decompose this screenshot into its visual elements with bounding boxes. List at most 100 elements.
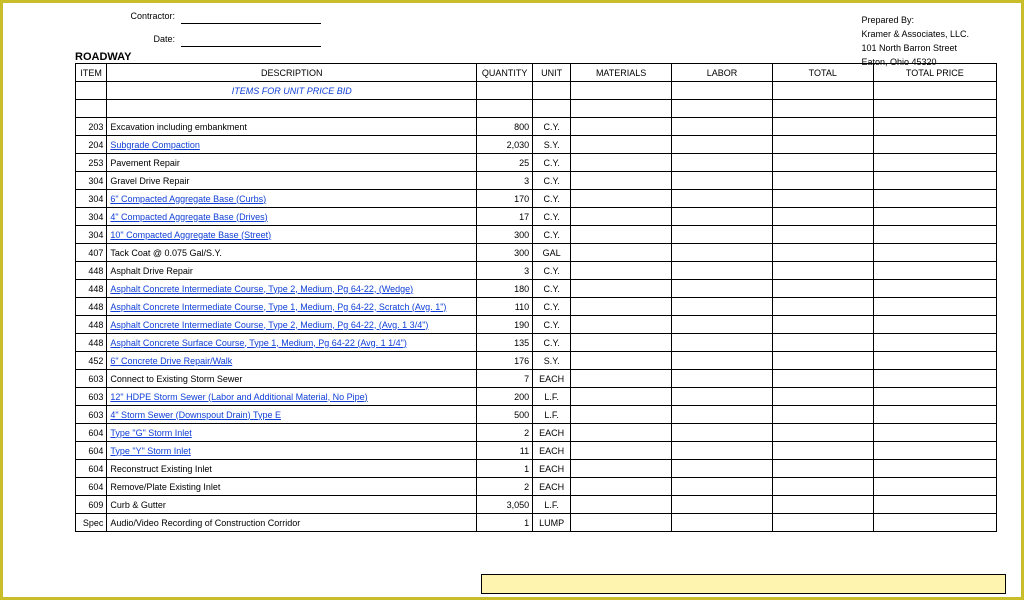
table-row: 3046" Compacted Aggregate Base (Curbs)17… — [76, 190, 997, 208]
cell-materials[interactable] — [571, 298, 672, 316]
cell-labor[interactable] — [672, 244, 773, 262]
cell-materials[interactable] — [571, 244, 672, 262]
cell-item: 304 — [76, 190, 107, 208]
cell-total-price — [873, 208, 996, 226]
description-link[interactable]: Asphalt Concrete Intermediate Course, Ty… — [110, 302, 446, 312]
cell-labor[interactable] — [672, 172, 773, 190]
cell-total-price — [873, 460, 996, 478]
cell-unit: L.F. — [533, 388, 571, 406]
cell-labor[interactable] — [672, 190, 773, 208]
cell-total-price — [873, 226, 996, 244]
table-row: 448Asphalt Drive Repair3C.Y. — [76, 262, 997, 280]
cell-labor[interactable] — [672, 208, 773, 226]
cell-total — [772, 352, 873, 370]
cell-unit: EACH — [533, 442, 571, 460]
cell-labor[interactable] — [672, 352, 773, 370]
cell-labor[interactable] — [672, 118, 773, 136]
cell-materials[interactable] — [571, 154, 672, 172]
cell-description: Asphalt Drive Repair — [107, 262, 477, 280]
cell-total-price — [873, 388, 996, 406]
cell-materials[interactable] — [571, 496, 672, 514]
cell-materials[interactable] — [571, 190, 672, 208]
cell-total — [772, 262, 873, 280]
table-row: 448Asphalt Concrete Intermediate Course,… — [76, 316, 997, 334]
description-link[interactable]: Asphalt Concrete Intermediate Course, Ty… — [110, 320, 428, 330]
cell-total-price — [873, 136, 996, 154]
cell-total-price — [873, 298, 996, 316]
cell-labor[interactable] — [672, 280, 773, 298]
cell-materials[interactable] — [571, 478, 672, 496]
description-link[interactable]: 12" HDPE Storm Sewer (Labor and Addition… — [110, 392, 367, 402]
cell-labor[interactable] — [672, 460, 773, 478]
cell-quantity: 800 — [477, 118, 533, 136]
cell-materials[interactable] — [571, 424, 672, 442]
cell-labor[interactable] — [672, 406, 773, 424]
cell-materials[interactable] — [571, 118, 672, 136]
cell-labor[interactable] — [672, 370, 773, 388]
cell-labor[interactable] — [672, 298, 773, 316]
cell-materials[interactable] — [571, 262, 672, 280]
cell-description: Excavation including embankment — [107, 118, 477, 136]
cell-item: 203 — [76, 118, 107, 136]
cell-materials[interactable] — [571, 136, 672, 154]
cell-materials[interactable] — [571, 514, 672, 532]
description-link[interactable]: 4" Storm Sewer (Downspout Drain) Type E — [110, 410, 281, 420]
contractor-input-line[interactable] — [181, 11, 321, 24]
cell-materials[interactable] — [571, 460, 672, 478]
cell-materials[interactable] — [571, 352, 672, 370]
cell-total — [772, 496, 873, 514]
cell-labor[interactable] — [672, 388, 773, 406]
cell-total — [772, 172, 873, 190]
cell-materials[interactable] — [571, 226, 672, 244]
cell-quantity: 3 — [477, 172, 533, 190]
cell-materials[interactable] — [571, 442, 672, 460]
description-link[interactable]: 6" Concrete Drive Repair/Walk — [110, 356, 232, 366]
description-link[interactable]: Asphalt Concrete Intermediate Course, Ty… — [110, 284, 413, 294]
cell-materials[interactable] — [571, 388, 672, 406]
table-row: 448Asphalt Concrete Intermediate Course,… — [76, 298, 997, 316]
cell-quantity: 500 — [477, 406, 533, 424]
cell-labor[interactable] — [672, 316, 773, 334]
col-labor: LABOR — [672, 64, 773, 82]
cell-labor[interactable] — [672, 514, 773, 532]
cell-labor[interactable] — [672, 424, 773, 442]
cell-materials[interactable] — [571, 406, 672, 424]
cell-materials[interactable] — [571, 316, 672, 334]
cell-materials[interactable] — [571, 334, 672, 352]
description-link[interactable]: 4" Compacted Aggregate Base (Drives) — [110, 212, 267, 222]
description-link[interactable]: Type "Y" Storm Inlet — [110, 446, 190, 456]
cell-materials[interactable] — [571, 280, 672, 298]
cell-description: 6" Compacted Aggregate Base (Curbs) — [107, 190, 477, 208]
cell-labor[interactable] — [672, 496, 773, 514]
description-link[interactable]: Subgrade Compaction — [110, 140, 200, 150]
description-link[interactable]: 6" Compacted Aggregate Base (Curbs) — [110, 194, 266, 204]
cell-materials[interactable] — [571, 172, 672, 190]
cell-description: Audio/Video Recording of Construction Co… — [107, 514, 477, 532]
cell-labor[interactable] — [672, 334, 773, 352]
date-input-line[interactable] — [181, 34, 321, 47]
description-link[interactable]: Type "G" Storm Inlet — [110, 428, 191, 438]
cell-labor[interactable] — [672, 442, 773, 460]
cell-labor[interactable] — [672, 136, 773, 154]
description-link[interactable]: Asphalt Concrete Surface Course, Type 1,… — [110, 338, 407, 348]
cell-total-price — [873, 172, 996, 190]
cell-unit: EACH — [533, 424, 571, 442]
cell-total-price — [873, 154, 996, 172]
cell-item: 603 — [76, 406, 107, 424]
cell-item: 304 — [76, 226, 107, 244]
cell-labor[interactable] — [672, 262, 773, 280]
cell-item: 609 — [76, 496, 107, 514]
cell-labor[interactable] — [672, 154, 773, 172]
cell-materials[interactable] — [571, 370, 672, 388]
cell-total — [772, 226, 873, 244]
cell-materials[interactable] — [571, 208, 672, 226]
cell-labor[interactable] — [672, 226, 773, 244]
description-link[interactable]: 10" Compacted Aggregate Base (Street) — [110, 230, 271, 240]
cell-total-price — [873, 118, 996, 136]
table-subheader-row: ITEMS FOR UNIT PRICE BID — [76, 82, 997, 100]
cell-total — [772, 370, 873, 388]
cell-quantity: 176 — [477, 352, 533, 370]
cell-unit: LUMP — [533, 514, 571, 532]
cell-labor[interactable] — [672, 478, 773, 496]
cell-description: Subgrade Compaction — [107, 136, 477, 154]
